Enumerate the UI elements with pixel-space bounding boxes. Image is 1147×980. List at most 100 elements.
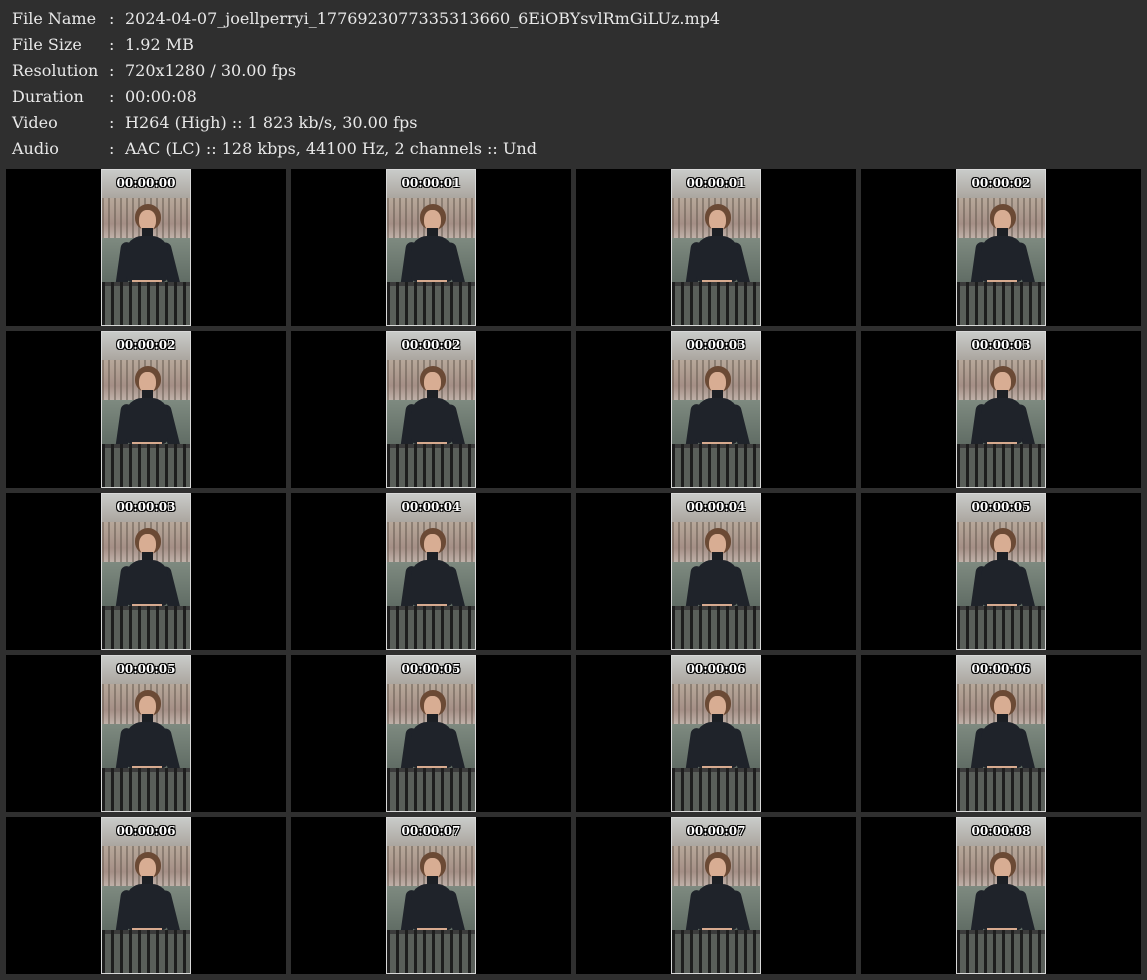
frame-scene-image [957, 494, 1045, 649]
torso [411, 560, 453, 606]
video-frame-thumbnail[interactable]: 00:00:06 [956, 655, 1046, 812]
torso [411, 722, 453, 768]
thumbnail-cell[interactable]: 00:00:06 [576, 655, 856, 812]
frame-scene-image [957, 818, 1045, 973]
thumbnail-cell[interactable]: 00:00:05 [291, 655, 571, 812]
media-info-header: File Name : 2024-04-07_joellperryi_17769… [0, 0, 1147, 166]
video-frame-thumbnail[interactable]: 00:00:03 [671, 331, 761, 488]
railing [102, 281, 190, 325]
frame-timestamp: 00:00:03 [686, 338, 746, 352]
thumbnail-cell[interactable]: 00:00:01 [291, 169, 571, 326]
thumbnail-cell[interactable]: 00:00:04 [576, 493, 856, 650]
info-colon: : [109, 9, 115, 28]
thumbnail-cell[interactable]: 00:00:06 [6, 817, 286, 974]
frame-timestamp: 00:00:01 [401, 176, 461, 190]
video-frame-thumbnail[interactable]: 00:00:02 [386, 331, 476, 488]
frame-timestamp: 00:00:07 [686, 824, 746, 838]
video-frame-thumbnail[interactable]: 00:00:01 [671, 169, 761, 326]
thumbnail-cell[interactable]: 00:00:05 [6, 655, 286, 812]
video-frame-thumbnail[interactable]: 00:00:04 [671, 493, 761, 650]
frame-scene-image [102, 494, 190, 649]
railing [387, 605, 475, 649]
torso [411, 884, 453, 930]
info-label: Resolution [12, 61, 99, 80]
video-frame-thumbnail[interactable]: 00:00:05 [386, 655, 476, 812]
frame-scene-image [102, 818, 190, 973]
thumbnail-cell[interactable]: 00:00:08 [861, 817, 1141, 974]
info-colon: : [109, 139, 115, 158]
info-colon: : [109, 61, 115, 80]
frame-scene-image [387, 332, 475, 487]
thumbnail-cell[interactable]: 00:00:06 [861, 655, 1141, 812]
thumbnail-cell[interactable]: 00:00:07 [576, 817, 856, 974]
thumbnail-cell[interactable]: 00:00:02 [291, 331, 571, 488]
thumbnail-cell[interactable]: 00:00:03 [6, 493, 286, 650]
video-frame-thumbnail[interactable]: 00:00:04 [386, 493, 476, 650]
video-frame-thumbnail[interactable]: 00:00:03 [956, 331, 1046, 488]
frame-scene-image [102, 170, 190, 325]
railing [672, 443, 760, 487]
torso [696, 236, 738, 282]
thumbnail-cell[interactable]: 00:00:02 [861, 169, 1141, 326]
video-frame-thumbnail[interactable]: 00:00:06 [101, 817, 191, 974]
video-frame-thumbnail[interactable]: 00:00:05 [101, 655, 191, 812]
info-label: File Name [12, 9, 97, 28]
frame-timestamp: 00:00:06 [971, 662, 1031, 676]
info-row-file-name: File Name : 2024-04-07_joellperryi_17769… [0, 6, 1147, 32]
video-frame-thumbnail[interactable]: 00:00:00 [101, 169, 191, 326]
video-frame-thumbnail[interactable]: 00:00:07 [671, 817, 761, 974]
torso [981, 398, 1023, 444]
frame-scene-image [672, 170, 760, 325]
frame-timestamp: 00:00:05 [401, 662, 461, 676]
info-label: Duration [12, 87, 84, 106]
video-frame-thumbnail[interactable]: 00:00:06 [671, 655, 761, 812]
railing [672, 281, 760, 325]
thumbnail-cell[interactable]: 00:00:05 [861, 493, 1141, 650]
info-row-resolution: Resolution : 720x1280 / 30.00 fps [0, 58, 1147, 84]
frame-timestamp: 00:00:05 [116, 662, 176, 676]
railing [957, 767, 1045, 811]
thumbnail-cell[interactable]: 00:00:07 [291, 817, 571, 974]
video-frame-thumbnail[interactable]: 00:00:07 [386, 817, 476, 974]
frame-timestamp: 00:00:05 [971, 500, 1031, 514]
railing [957, 605, 1045, 649]
frame-timestamp: 00:00:02 [401, 338, 461, 352]
frame-scene-image [387, 494, 475, 649]
video-frame-thumbnail[interactable]: 00:00:05 [956, 493, 1046, 650]
thumbnail-cell[interactable]: 00:00:00 [6, 169, 286, 326]
railing [672, 767, 760, 811]
video-frame-thumbnail[interactable]: 00:00:03 [101, 493, 191, 650]
info-value: 720x1280 / 30.00 fps [125, 61, 297, 80]
frame-timestamp: 00:00:07 [401, 824, 461, 838]
info-row-file-size: File Size : 1.92 MB [0, 32, 1147, 58]
frame-timestamp: 00:00:04 [401, 500, 461, 514]
thumbnail-cell[interactable]: 00:00:03 [861, 331, 1141, 488]
railing [387, 929, 475, 973]
thumbnail-cell[interactable]: 00:00:02 [6, 331, 286, 488]
frame-scene-image [102, 656, 190, 811]
video-frame-thumbnail[interactable]: 00:00:02 [101, 331, 191, 488]
info-colon: : [109, 113, 115, 132]
railing [387, 767, 475, 811]
torso [696, 398, 738, 444]
torso [126, 236, 168, 282]
torso [981, 722, 1023, 768]
railing [672, 929, 760, 973]
thumbnail-cell[interactable]: 00:00:04 [291, 493, 571, 650]
railing [102, 443, 190, 487]
torso [411, 398, 453, 444]
video-frame-thumbnail[interactable]: 00:00:08 [956, 817, 1046, 974]
frame-timestamp: 00:00:02 [116, 338, 176, 352]
info-colon: : [109, 35, 115, 54]
railing [957, 281, 1045, 325]
video-frame-thumbnail[interactable]: 00:00:01 [386, 169, 476, 326]
thumbnail-cell[interactable]: 00:00:03 [576, 331, 856, 488]
info-value: 1.92 MB [125, 35, 194, 54]
frame-scene-image [387, 170, 475, 325]
frame-scene-image [387, 818, 475, 973]
torso [696, 884, 738, 930]
thumbnail-cell[interactable]: 00:00:01 [576, 169, 856, 326]
frame-timestamp: 00:00:03 [971, 338, 1031, 352]
frame-scene-image [672, 494, 760, 649]
video-frame-thumbnail[interactable]: 00:00:02 [956, 169, 1046, 326]
